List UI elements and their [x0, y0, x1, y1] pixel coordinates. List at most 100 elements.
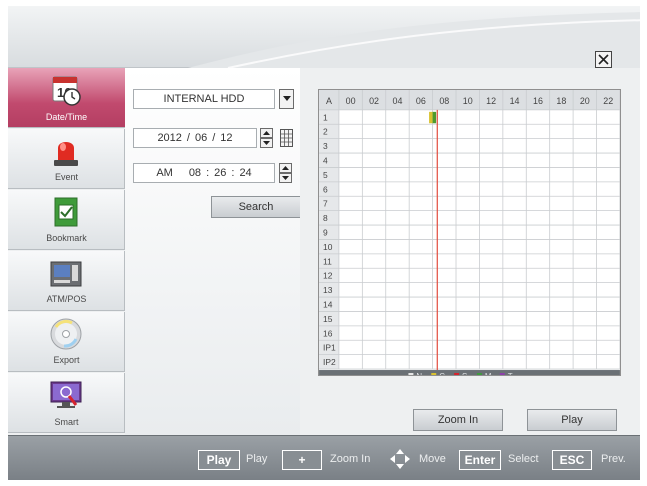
sidebar-item-label: Export [53, 355, 80, 365]
time-spinner[interactable] [279, 163, 292, 183]
sidebar-item-bookmark[interactable]: Bookmark [8, 190, 125, 250]
time-up-button[interactable] [279, 163, 292, 173]
time-separator: : [206, 167, 210, 179]
legend-swatch [431, 373, 437, 375]
time-ampm[interactable]: AM [156, 167, 173, 179]
chevron-down-icon [282, 96, 291, 101]
search-button[interactable]: Search [211, 196, 301, 218]
time-second[interactable]: 24 [239, 167, 251, 179]
channel-label: 10 [323, 242, 333, 252]
hour-tick-label: 04 [392, 96, 402, 106]
hour-tick-label: 02 [369, 96, 379, 106]
legend-label: S [462, 372, 467, 376]
recording-segment [432, 111, 437, 124]
channel-label: 11 [323, 256, 332, 266]
hour-tick-label: 18 [556, 96, 566, 106]
legend-swatch [499, 373, 505, 375]
calendar-grid-icon[interactable] [280, 129, 293, 147]
alarm-light-icon [54, 142, 78, 166]
close-button[interactable] [595, 51, 612, 68]
sidebar-item-export[interactable]: Export [8, 312, 125, 372]
arrow-down-icon [282, 176, 289, 180]
play-button[interactable]: Play [527, 409, 617, 431]
sidebar-item-atm-pos[interactable]: ATM/POS [8, 251, 125, 311]
channel-label: 16 [323, 328, 333, 338]
time-hour[interactable]: 08 [189, 167, 201, 179]
header-decoration [188, 12, 640, 68]
date-month[interactable]: 06 [195, 132, 207, 144]
sidebar-item-label: Bookmark [46, 233, 87, 243]
channel-label: 2 [323, 127, 328, 137]
sidebar-item-label: Smart [54, 417, 79, 427]
storage-dropdown-button[interactable] [279, 89, 294, 109]
zoom-key-desc: Zoom In [330, 453, 371, 465]
sidebar-item-label: ATM/POS [46, 294, 87, 304]
channel-label: 1 [323, 112, 328, 122]
enter-key: Enter [459, 450, 501, 470]
legend-label: N [416, 372, 422, 376]
time-field[interactable]: AM 08 : 26 : 24 [133, 163, 275, 183]
play-key-desc: Play [246, 453, 268, 465]
sidebar-item-date-time[interactable]: 16 Date/Time [8, 68, 125, 128]
move-key-desc: Move [419, 453, 446, 465]
hour-tick-label: 14 [510, 96, 520, 106]
date-separator: / [186, 132, 190, 144]
arrow-up-icon [282, 166, 289, 170]
date-separator: / [212, 132, 216, 144]
hour-tick-label: 00 [346, 96, 356, 106]
legend-label: C [439, 372, 445, 376]
date-up-button[interactable] [260, 128, 273, 138]
close-icon [598, 54, 609, 65]
channel-label: IP1 [323, 343, 336, 353]
corner-label: A [326, 96, 332, 106]
channel-label: 8 [323, 213, 328, 223]
search-window: 16 Date/Time Event Bookmark ATM/POS Expo… [8, 6, 640, 480]
channel-label: 4 [323, 155, 328, 165]
calendar-clock-icon: 16 [52, 76, 81, 106]
channel-label: 3 [323, 141, 328, 151]
date-field[interactable]: 2012 / 06 / 12 [133, 128, 257, 148]
channel-label: 7 [323, 199, 328, 209]
date-down-button[interactable] [260, 138, 273, 148]
hour-tick-label: 16 [533, 96, 543, 106]
timeline-panel: A 00 02 04 06 08 10 12 14 16 18 20 22 1 2 3 4 5 6 7 8 9 10 11 1… [300, 68, 640, 435]
timeline-grid[interactable]: A 00 02 04 06 08 10 12 14 16 18 20 22 12345678910111… [318, 89, 621, 376]
storage-value: INTERNAL HDD [163, 93, 245, 105]
date-year[interactable]: 2012 [157, 132, 181, 144]
legend-swatch [476, 373, 482, 375]
time-minute[interactable]: 26 [214, 167, 226, 179]
time-separator: : [231, 167, 235, 179]
legend-swatch [454, 373, 460, 375]
move-arrows-icon [390, 449, 410, 469]
storage-select[interactable]: INTERNAL HDD [133, 89, 275, 109]
play-key: Play [198, 450, 240, 470]
record-type-legend: NCSMT [319, 370, 620, 376]
zoom-key: + [282, 450, 322, 470]
atm-terminal-icon [50, 261, 82, 287]
sidebar-item-smart[interactable]: Smart [8, 373, 125, 433]
hour-tick-label: 08 [439, 96, 449, 106]
hour-tick-label: 06 [416, 96, 426, 106]
arrow-down-icon [263, 141, 270, 145]
channel-label: 13 [323, 285, 333, 295]
channel-label: 5 [323, 170, 328, 180]
legend-bar [319, 370, 620, 375]
hour-tick-label: 10 [463, 96, 473, 106]
sidebar-item-event[interactable]: Event [8, 129, 125, 189]
recording-marks [429, 109, 438, 371]
channel-label: 12 [323, 271, 333, 281]
disc-icon [50, 318, 82, 350]
sidebar-item-label: Date/Time [45, 112, 88, 122]
recording-segment [429, 111, 433, 124]
legend-label: T [508, 372, 513, 376]
sidebar-item-label: Event [54, 172, 78, 182]
hour-tick-label: 22 [603, 96, 613, 106]
header-bar [8, 6, 640, 68]
search-panel: INTERNAL HDD 2012 / 06 / 12 AM 08 : 26 : [125, 68, 301, 435]
legend-label: M [485, 372, 492, 376]
esc-key: ESC [552, 450, 592, 470]
time-down-button[interactable] [279, 173, 292, 183]
date-spinner[interactable] [260, 128, 273, 148]
zoom-in-button[interactable]: Zoom In [413, 409, 503, 431]
date-day[interactable]: 12 [220, 132, 232, 144]
